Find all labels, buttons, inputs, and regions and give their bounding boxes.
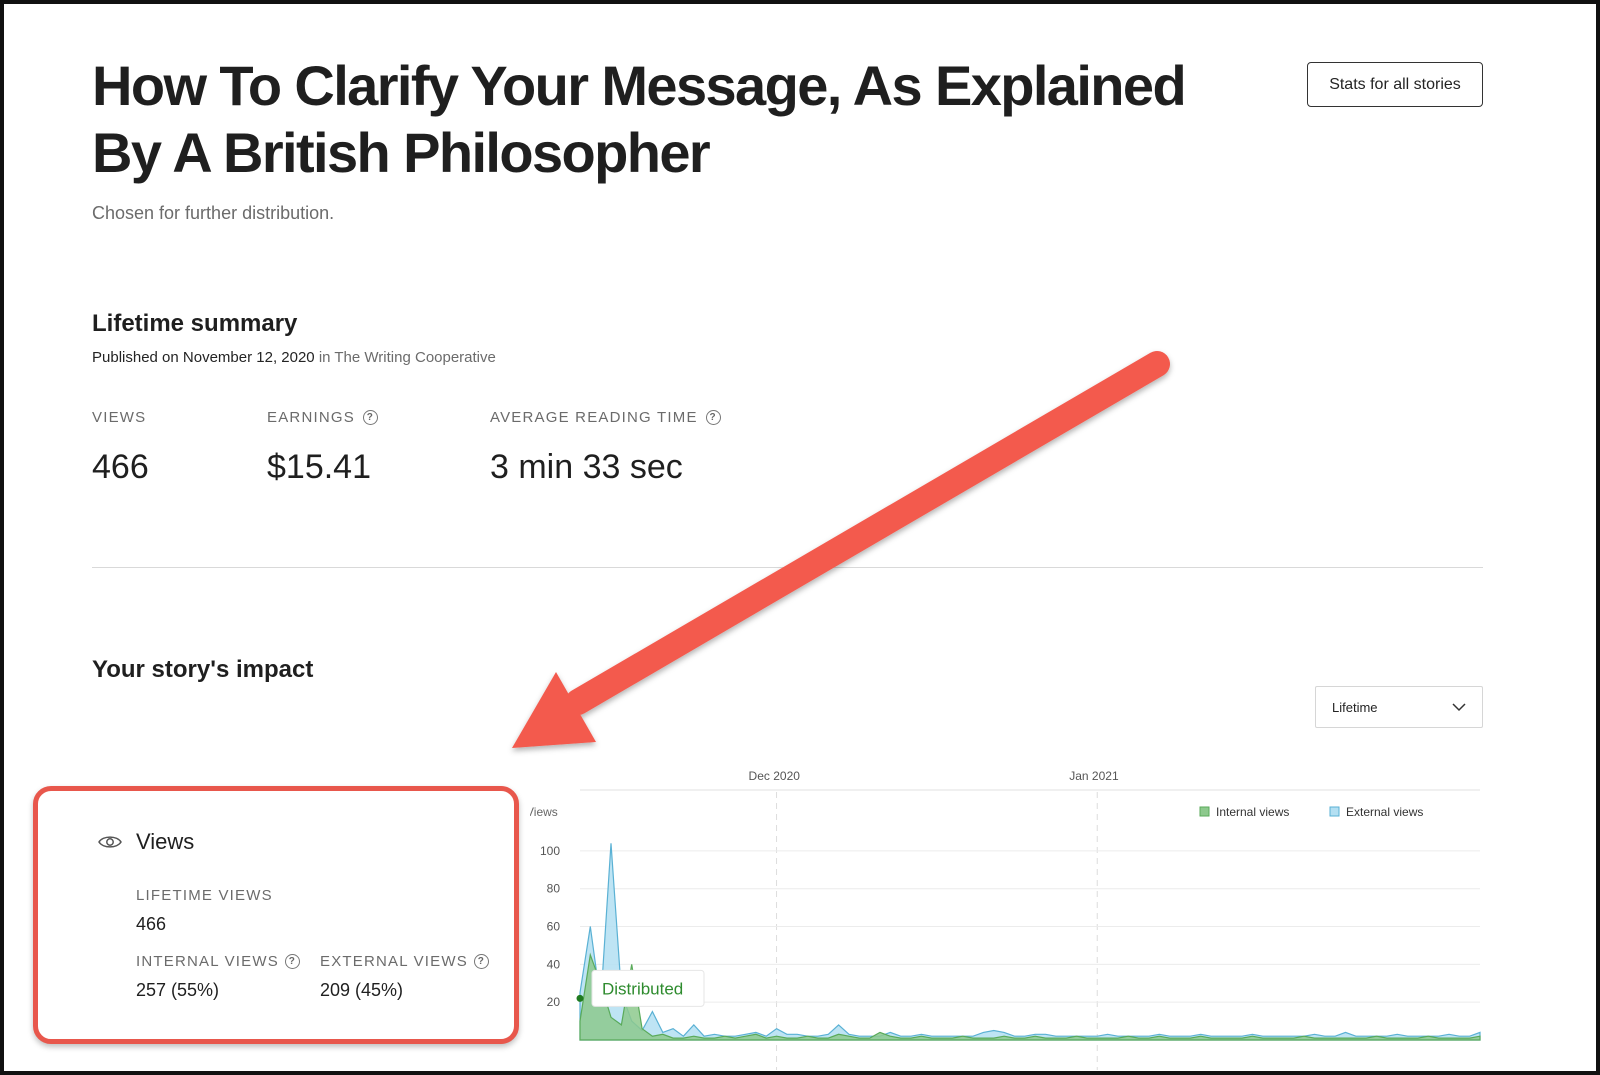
lifetime-views-block: LIFETIME VIEWS 466	[136, 887, 273, 935]
views-card: Views LIFETIME VIEWS 466 INTERNAL VIEWS …	[33, 786, 519, 1044]
legend-swatch	[1329, 806, 1340, 817]
story-impact-heading: Your story's impact	[92, 656, 314, 683]
month-label: Jan 2021	[1069, 770, 1119, 783]
views-chart: Dec 2020 Jan 2021 Views 20 40 60 80 100 Internal…	[526, 769, 1490, 1075]
views-card-title: Views	[136, 829, 195, 854]
internal-views-label: INTERNAL VIEWS ?	[136, 953, 300, 970]
views-metric: VIEWS 466	[92, 409, 149, 487]
views-metric-label: VIEWS	[92, 409, 149, 426]
y-axis-label: Views	[530, 805, 558, 819]
metric-label-text: AVERAGE READING TIME	[490, 409, 698, 426]
views-chart-svg: Dec 2020 Jan 2021 Views 20 40 60 80 100 Internal…	[526, 769, 1481, 1070]
eye-icon	[98, 836, 122, 848]
external-views-label: EXTERNAL VIEWS ?	[320, 953, 489, 970]
help-icon[interactable]: ?	[705, 410, 721, 425]
story-title: How To Clarify Your Message, As Explaine…	[92, 54, 1187, 184]
earnings-metric: EARNINGS ? $15.41	[267, 409, 378, 487]
series-area-internal-views	[579, 952, 1481, 1041]
section-divider	[92, 567, 1483, 568]
legend-swatch	[1199, 806, 1210, 817]
help-icon[interactable]: ?	[473, 954, 489, 969]
help-icon[interactable]: ?	[284, 954, 300, 969]
external-views-value: 209 (45%)	[320, 980, 404, 1000]
reading-time-metric-label: AVERAGE READING TIME ?	[490, 409, 721, 426]
external-views-label-text: EXTERNAL VIEWS	[320, 953, 468, 970]
metric-label-text: EARNINGS	[267, 409, 355, 426]
y-tick-label: 20	[547, 995, 561, 1009]
lifetime-summary-heading: Lifetime summary	[92, 310, 298, 337]
metric-label-text: VIEWS	[92, 409, 147, 426]
y-tick-label: 40	[547, 957, 561, 971]
time-range-select[interactable]: Lifetime	[1315, 686, 1483, 728]
external-views-block: EXTERNAL VIEWS ? 209 (45%)	[320, 953, 489, 1001]
views-metric-value: 466	[92, 448, 149, 486]
distributed-tooltip-text: Distributed	[602, 979, 683, 998]
y-tick-label: 80	[547, 882, 561, 896]
internal-views-block: INTERNAL VIEWS ? 257 (55%)	[136, 953, 300, 1001]
lifetime-views-value: 466	[136, 914, 167, 934]
y-tick-label: 60	[547, 920, 561, 934]
help-icon[interactable]: ?	[362, 410, 378, 425]
stats-for-all-stories-button[interactable]: Stats for all stories	[1307, 62, 1483, 107]
legend-label: External views	[1346, 805, 1423, 819]
published-info: Published on November 12, 2020 in The Wr…	[92, 349, 496, 366]
distributed-marker	[576, 994, 584, 1002]
legend-label: Internal views	[1216, 805, 1289, 819]
reading-time-metric-value: 3 min 33 sec	[490, 448, 683, 486]
published-date: Published on November 12, 2020	[92, 349, 315, 366]
chevron-down-icon	[1452, 702, 1466, 711]
internal-views-value: 257 (55%)	[136, 980, 220, 1000]
internal-views-label-text: INTERNAL VIEWS	[136, 953, 279, 970]
month-label: Dec 2020	[749, 770, 801, 783]
views-card-header: Views	[98, 829, 194, 855]
publication-name: in The Writing Cooperative	[318, 349, 496, 366]
earnings-metric-value: $15.41	[267, 448, 371, 486]
lifetime-views-label: LIFETIME VIEWS	[136, 887, 273, 904]
distribution-status: Chosen for further distribution.	[92, 203, 335, 223]
time-range-value: Lifetime	[1332, 699, 1378, 715]
earnings-metric-label: EARNINGS ?	[267, 409, 378, 426]
y-tick-label: 100	[540, 844, 560, 858]
reading-time-metric: AVERAGE READING TIME ? 3 min 33 sec	[490, 409, 721, 487]
series-area-external-views	[579, 843, 1481, 1041]
